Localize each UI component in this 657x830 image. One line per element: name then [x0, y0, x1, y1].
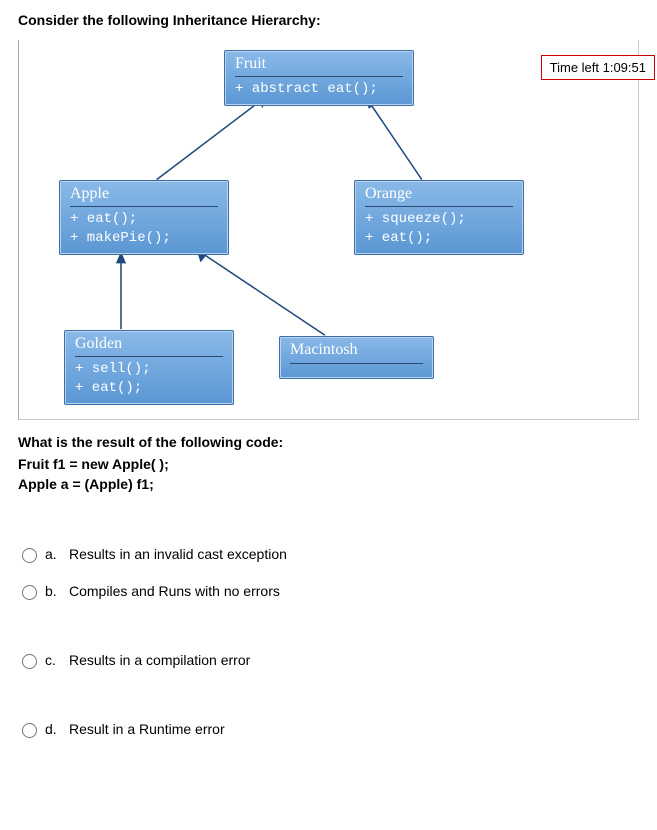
option-d-radio[interactable]: [22, 723, 37, 738]
uml-class-fruit: Fruit + abstract eat();: [224, 50, 414, 106]
uml-class-apple: Apple + eat(); + makePie();: [59, 180, 229, 255]
uml-diagram: Fruit + abstract eat(); Apple + eat(); +…: [18, 40, 639, 420]
option-text: Result in a Runtime error: [69, 721, 225, 737]
option-letter: d.: [45, 721, 61, 737]
option-a-radio[interactable]: [22, 548, 37, 563]
question-heading: Consider the following Inheritance Hiera…: [0, 0, 657, 36]
uml-method: + eat();: [365, 229, 513, 248]
uml-class-name: Orange: [365, 185, 513, 207]
uml-method: + eat();: [75, 379, 223, 398]
option-letter: c.: [45, 652, 61, 668]
option-text: Compiles and Runs with no errors: [69, 583, 280, 599]
option-b[interactable]: b. Compiles and Runs with no errors: [22, 575, 639, 612]
uml-method: + sell();: [75, 360, 223, 379]
uml-class-name: Golden: [75, 335, 223, 357]
uml-method: + makePie();: [70, 229, 218, 248]
option-text: Results in an invalid cast exception: [69, 546, 287, 562]
time-left-badge: Time left 1:09:51: [541, 55, 655, 80]
code-line: Apple a = (Apple) f1;: [18, 476, 639, 492]
uml-class-name: Apple: [70, 185, 218, 207]
code-line: Fruit f1 = new Apple( );: [18, 456, 639, 472]
uml-class-macintosh: Macintosh: [279, 336, 434, 379]
uml-class-name: Macintosh: [290, 341, 423, 364]
option-text: Results in a compilation error: [69, 652, 250, 668]
question-text: What is the result of the following code…: [0, 420, 657, 492]
option-c-radio[interactable]: [22, 654, 37, 669]
option-a[interactable]: a. Results in an invalid cast exception: [22, 538, 639, 575]
option-c[interactable]: c. Results in a compilation error: [22, 644, 639, 681]
uml-method: + squeeze();: [365, 210, 513, 229]
option-letter: b.: [45, 583, 61, 599]
option-d[interactable]: d. Result in a Runtime error: [22, 713, 639, 750]
uml-class-name: Fruit: [235, 55, 403, 77]
option-letter: a.: [45, 546, 61, 562]
option-b-radio[interactable]: [22, 585, 37, 600]
uml-class-golden: Golden + sell(); + eat();: [64, 330, 234, 405]
answer-options: a. Results in an invalid cast exception …: [0, 496, 657, 750]
uml-class-orange: Orange + squeeze(); + eat();: [354, 180, 524, 255]
uml-method: + abstract eat();: [235, 80, 403, 99]
question-prompt: What is the result of the following code…: [18, 434, 639, 450]
uml-method: + eat();: [70, 210, 218, 229]
